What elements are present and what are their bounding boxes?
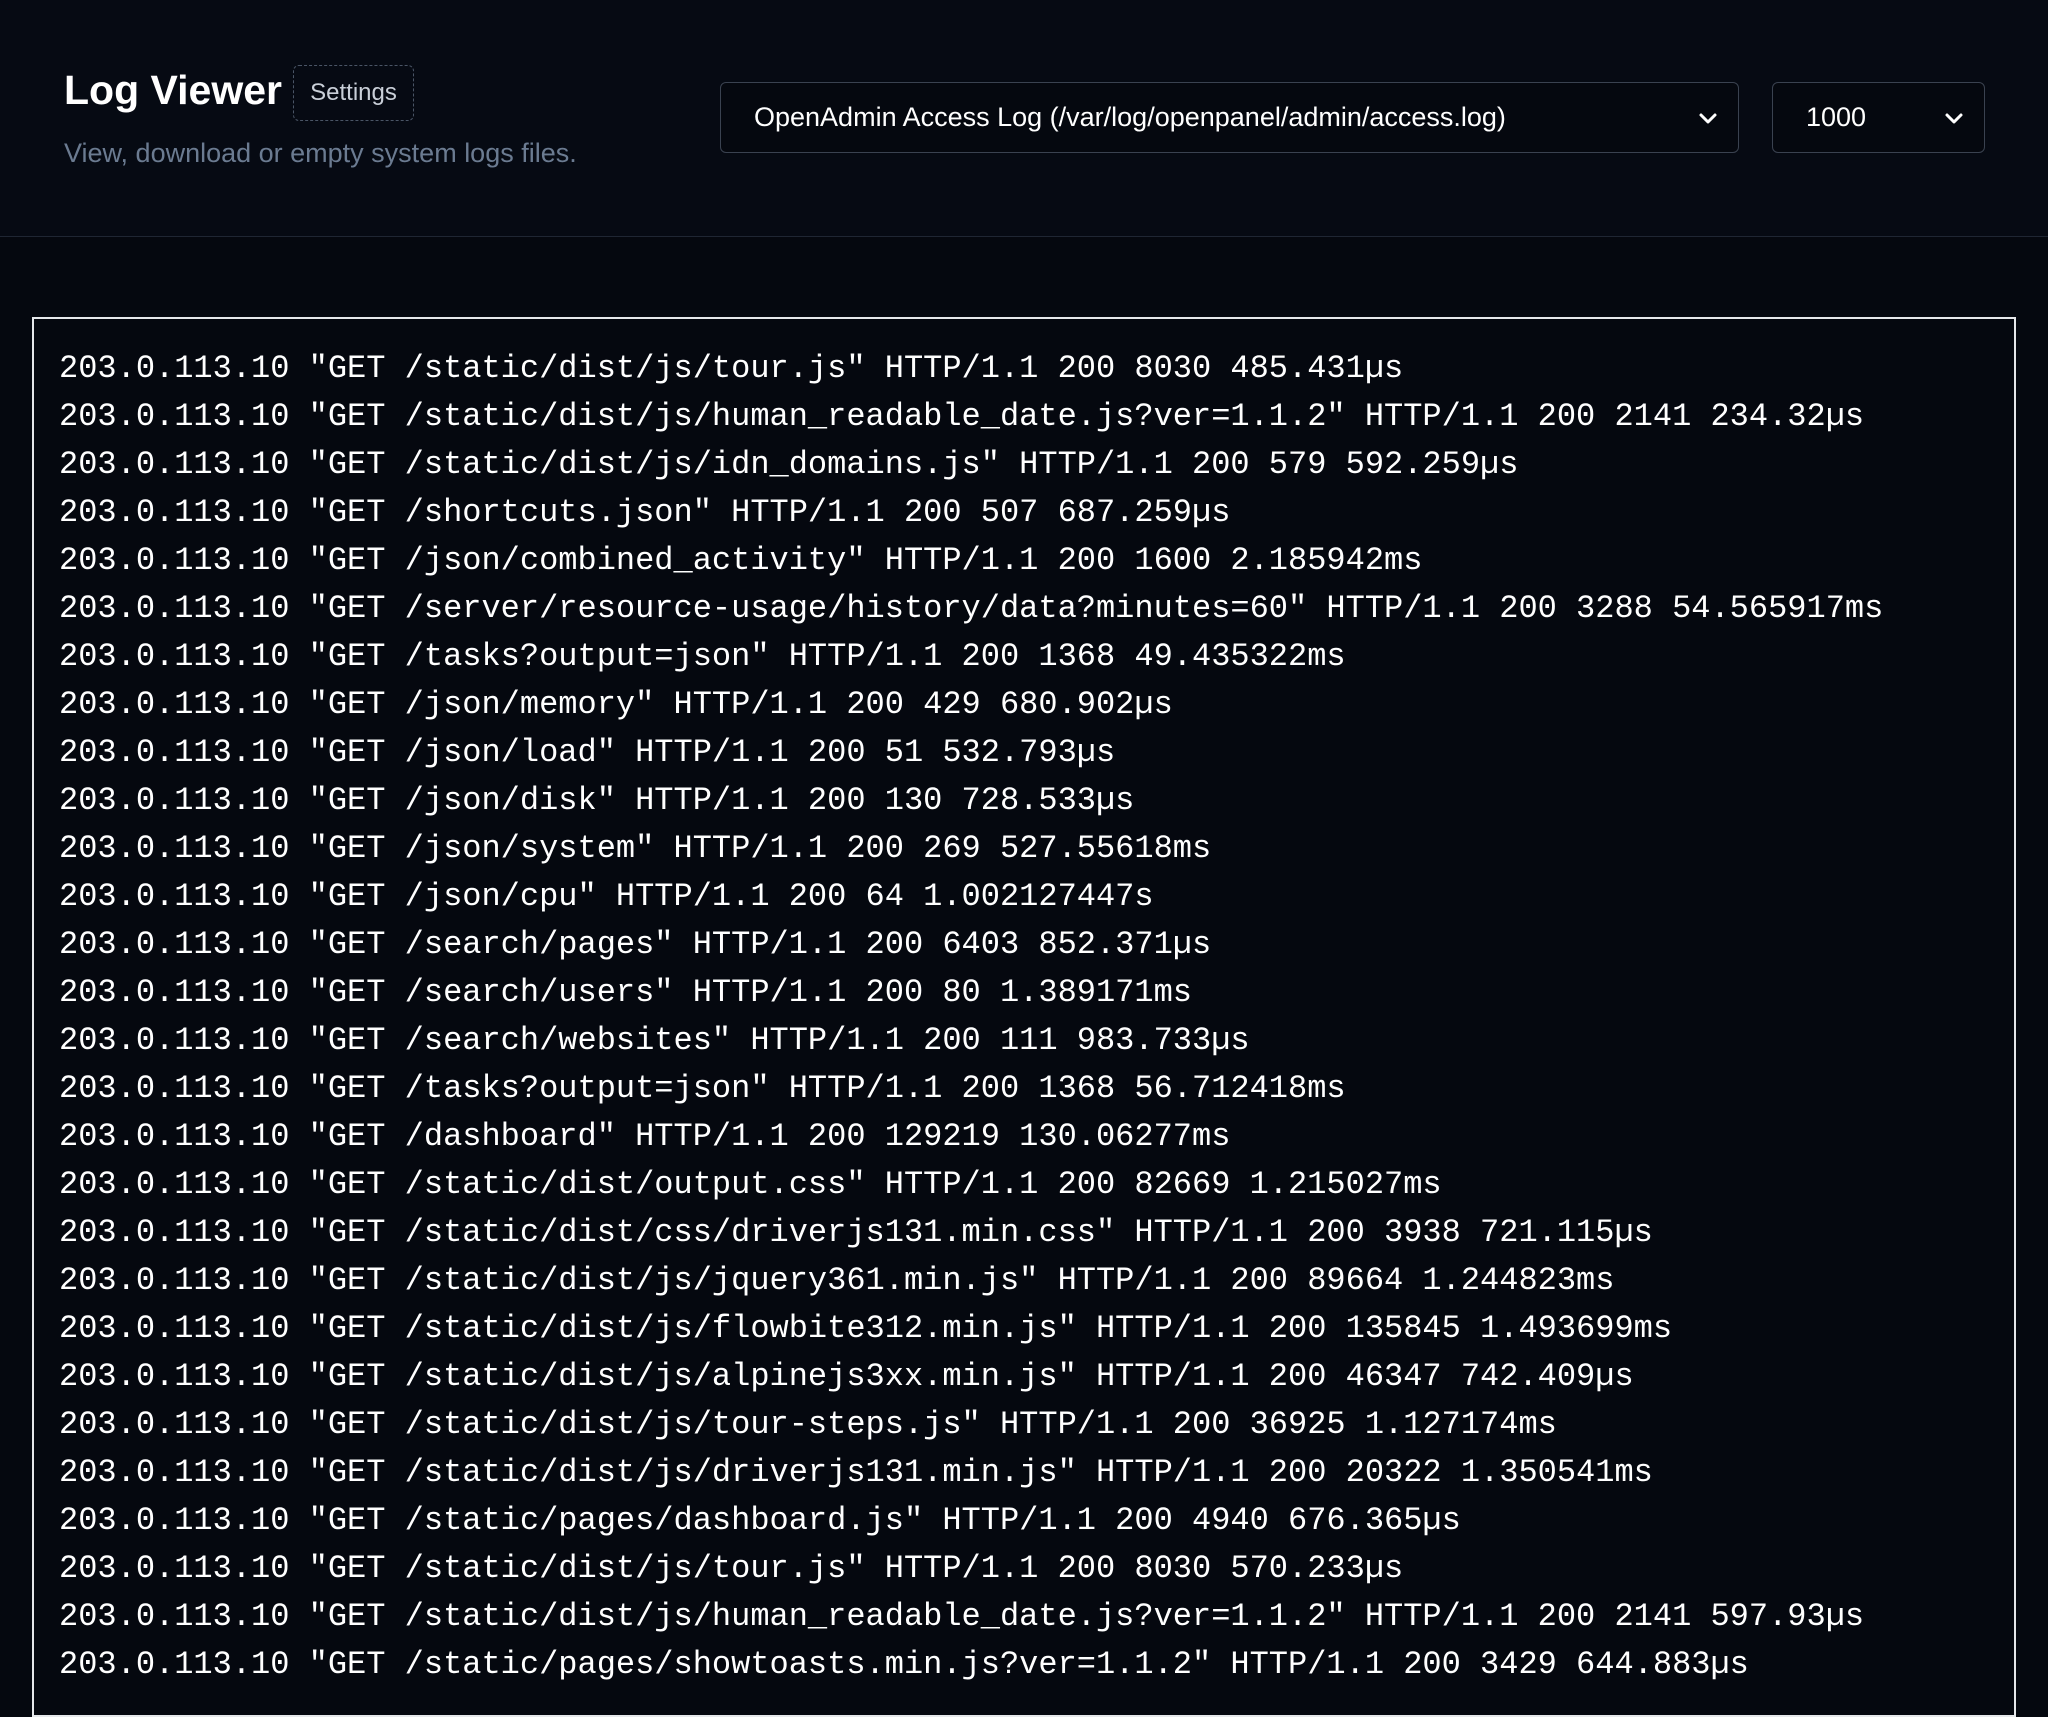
log-line: 203.0.113.10 "GET /dashboard" HTTP/1.1 2… (59, 1118, 1231, 1155)
log-line: 203.0.113.10 "GET /search/pages" HTTP/1.… (59, 926, 1212, 963)
line-count-select-value: 1000 (1806, 102, 1867, 132)
log-line: 203.0.113.10 "GET /static/dist/js/jquery… (59, 1262, 1615, 1299)
log-line: 203.0.113.10 "GET /server/resource-usage… (59, 590, 1884, 627)
log-line: 203.0.113.10 "GET /tasks?output=json" HT… (59, 638, 1346, 675)
chevron-down-icon (1699, 113, 1717, 123)
log-line: 203.0.113.10 "GET /json/memory" HTTP/1.1… (59, 686, 1173, 723)
log-lines-list: 203.0.113.10 "GET /static/dist/js/tour.j… (59, 345, 1883, 1689)
log-output-panel[interactable]: 203.0.113.10 "GET /static/dist/js/tour.j… (32, 317, 2016, 1717)
log-file-select-value: OpenAdmin Access Log (/var/log/openpanel… (754, 102, 1506, 132)
page-subtitle: View, download or empty system logs file… (64, 138, 577, 168)
log-line: 203.0.113.10 "GET /static/dist/js/human_… (59, 1598, 1865, 1635)
log-line: 203.0.113.10 "GET /static/dist/css/drive… (59, 1214, 1653, 1251)
log-line: 203.0.113.10 "GET /json/combined_activit… (59, 542, 1423, 579)
log-line: 203.0.113.10 "GET /json/system" HTTP/1.1… (59, 830, 1212, 867)
log-line: 203.0.113.10 "GET /static/pages/dashboar… (59, 1502, 1461, 1539)
log-file-select[interactable]: OpenAdmin Access Log (/var/log/openpanel… (720, 82, 1739, 153)
page-header: Log Viewer Settings View, download or em… (0, 0, 2048, 237)
log-line: 203.0.113.10 "GET /json/load" HTTP/1.1 2… (59, 734, 1116, 771)
log-line: 203.0.113.10 "GET /static/dist/js/idn_do… (59, 446, 1519, 483)
chevron-down-icon (1945, 113, 1963, 123)
page-title: Log Viewer (64, 67, 282, 113)
log-line: 203.0.113.10 "GET /static/dist/js/driver… (59, 1454, 1653, 1491)
log-line: 203.0.113.10 "GET /tasks?output=json" HT… (59, 1070, 1346, 1107)
log-line: 203.0.113.10 "GET /static/dist/js/tour.j… (59, 1550, 1404, 1587)
log-line: 203.0.113.10 "GET /json/cpu" HTTP/1.1 20… (59, 878, 1154, 915)
log-line: 203.0.113.10 "GET /static/dist/js/flowbi… (59, 1310, 1673, 1347)
settings-button[interactable]: Settings (293, 65, 414, 121)
log-line: 203.0.113.10 "GET /static/dist/js/alpine… (59, 1358, 1634, 1395)
log-line: 203.0.113.10 "GET /static/dist/output.cs… (59, 1166, 1442, 1203)
log-line: 203.0.113.10 "GET /shortcuts.json" HTTP/… (59, 494, 1231, 531)
log-line: 203.0.113.10 "GET /static/pages/showtoas… (59, 1646, 1749, 1683)
log-line: 203.0.113.10 "GET /static/dist/js/tour-s… (59, 1406, 1557, 1443)
line-count-select[interactable]: 1000 (1772, 82, 1985, 153)
log-line: 203.0.113.10 "GET /static/dist/js/tour.j… (59, 350, 1404, 387)
log-line: 203.0.113.10 "GET /search/users" HTTP/1.… (59, 974, 1192, 1011)
log-line: 203.0.113.10 "GET /static/dist/js/human_… (59, 398, 1865, 435)
log-line: 203.0.113.10 "GET /search/websites" HTTP… (59, 1022, 1250, 1059)
log-line: 203.0.113.10 "GET /json/disk" HTTP/1.1 2… (59, 782, 1135, 819)
